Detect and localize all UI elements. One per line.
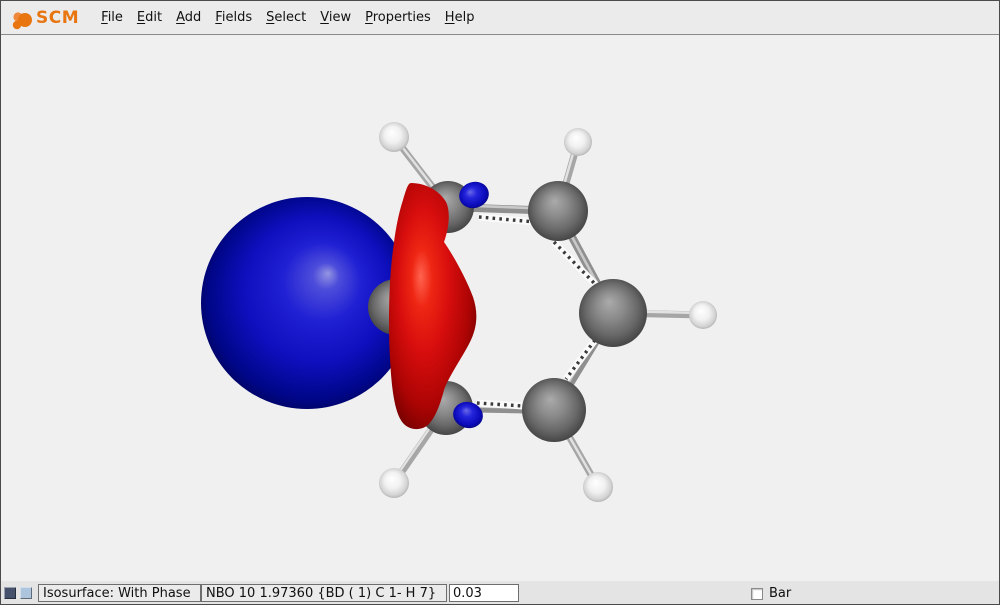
menu-add[interactable]: Add — [169, 6, 208, 29]
isosurface-mode-label: Isosurface: With Phase — [43, 586, 191, 601]
hydrogen-atom-h6[interactable] — [379, 468, 409, 498]
bar-checkbox[interactable]: Bar — [751, 586, 791, 601]
hydrogen-atom-h5[interactable] — [583, 472, 613, 502]
orbital-select[interactable]: NBO 10 1.97360 {BD ( 1) C 1- H 7} — [201, 584, 447, 602]
carbon-atom-c3[interactable] — [528, 181, 588, 241]
menu-edit[interactable]: Edit — [130, 6, 169, 29]
scm-logo: SCM — [8, 4, 79, 32]
orbital-label: NBO 10 1.97360 {BD ( 1) C 1- H 7} — [206, 586, 436, 601]
isosurface-mode-select[interactable]: Isosurface: With Phase — [38, 584, 201, 602]
molecule-scene — [1, 35, 999, 581]
adfview-window: SCM File Edit Add Fields Select View Pro… — [0, 0, 1000, 605]
color-swatch-dark-button[interactable] — [4, 587, 16, 599]
menu-view[interactable]: View — [313, 6, 358, 29]
molecule-viewport[interactable] — [1, 35, 999, 581]
hydrogen-atom-h4[interactable] — [689, 301, 717, 329]
bar-checkbox-box[interactable] — [751, 588, 763, 600]
scm-logo-icon — [8, 4, 35, 32]
menu-fields[interactable]: Fields — [208, 6, 259, 29]
scm-logo-text: SCM — [36, 8, 79, 28]
hydrogen-atom-h3[interactable] — [564, 128, 592, 156]
hydrogen-atom-h2[interactable] — [379, 122, 409, 152]
menu-bar: SCM File Edit Add Fields Select View Pro… — [1, 1, 999, 35]
menu-file[interactable]: File — [94, 6, 130, 29]
menu-help[interactable]: Help — [438, 6, 482, 29]
menu-select[interactable]: Select — [259, 6, 313, 29]
isovalue-input[interactable] — [449, 584, 519, 602]
status-bar: Isosurface: With Phase NBO 10 1.97360 {B… — [1, 581, 999, 604]
menu-properties[interactable]: Properties — [358, 6, 438, 29]
menu-items: File Edit Add Fields Select View Propert… — [94, 6, 481, 29]
color-swatch-light-button[interactable] — [20, 587, 32, 599]
carbon-atom-c4[interactable] — [579, 279, 647, 347]
carbon-atom-c5[interactable] — [522, 378, 586, 442]
bar-checkbox-label: Bar — [769, 586, 791, 601]
